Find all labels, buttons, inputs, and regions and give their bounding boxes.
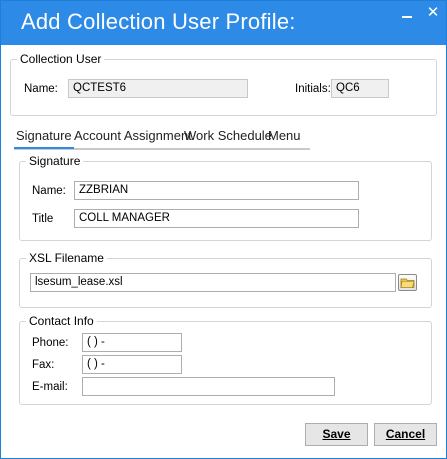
tab-menu[interactable]: Menu	[268, 128, 301, 143]
tab-signature[interactable]: Signature	[14, 128, 74, 149]
email-input[interactable]	[82, 377, 335, 396]
tab-work-schedule[interactable]: Work Schedule	[184, 128, 272, 143]
window-title: Add Collection User Profile:	[21, 9, 296, 34]
email-label: E-mail:	[32, 381, 68, 393]
signature-legend: Signature	[26, 154, 84, 168]
save-button[interactable]: Save	[305, 423, 368, 446]
phone-input[interactable]: ( ) -	[82, 333, 182, 352]
collection-user-name-label: Name:	[24, 83, 58, 95]
tab-strip: Signature Account Assignment Work Schedu…	[14, 126, 310, 150]
browse-file-button[interactable]	[398, 274, 417, 291]
tab-account-assignment[interactable]: Account Assignment	[74, 128, 192, 143]
initials-label: Initials:	[295, 83, 331, 95]
xsl-filename-input[interactable]: lsesum_lease.xsl	[30, 273, 396, 292]
initials-field: QC6	[331, 79, 389, 98]
title-bar: Add Collection User Profile: ✕	[1, 1, 446, 45]
fax-label: Fax:	[32, 359, 55, 371]
signature-title-input[interactable]: COLL MANAGER	[74, 209, 359, 228]
signature-name-label: Name:	[32, 185, 66, 197]
signature-group: Signature	[19, 154, 432, 241]
contact-info-legend: Contact Info	[26, 314, 97, 328]
signature-title-label: Title	[32, 213, 54, 225]
cancel-button[interactable]: Cancel	[374, 423, 437, 446]
fax-input[interactable]: ( ) -	[82, 355, 182, 374]
phone-label: Phone:	[32, 337, 69, 349]
xsl-filename-legend: XSL Filename	[26, 251, 107, 265]
folder-icon	[400, 278, 415, 288]
close-icon[interactable]: ✕	[426, 4, 440, 22]
signature-name-input[interactable]: ZZBRIAN	[74, 181, 359, 200]
dialog-window: Add Collection User Profile: ✕ Collectio…	[0, 0, 447, 459]
collection-user-legend: Collection User	[17, 52, 105, 66]
minimize-icon[interactable]	[401, 9, 413, 21]
collection-user-name-field: QCTEST6	[68, 79, 248, 98]
